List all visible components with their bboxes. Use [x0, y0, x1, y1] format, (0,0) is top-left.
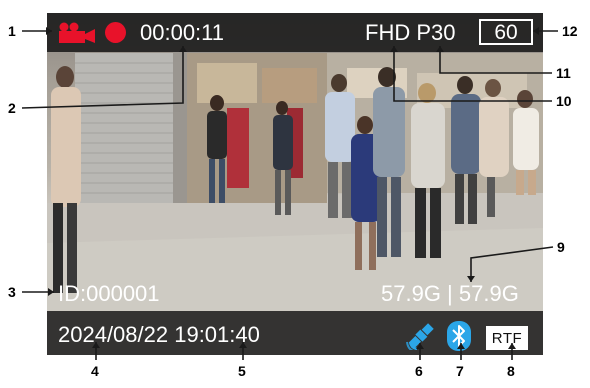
callout-5: 5: [238, 363, 246, 379]
callout-6: 6: [415, 363, 423, 379]
callout-12: 12: [562, 23, 578, 39]
callout-3: 3: [8, 284, 16, 300]
callout-numbers: 1 2 3 4 5 6 7 8 9 10 11 12: [0, 0, 590, 388]
callout-4: 4: [91, 363, 99, 379]
callout-1: 1: [8, 23, 16, 39]
callout-10: 10: [556, 93, 572, 109]
callout-8: 8: [507, 363, 515, 379]
callout-2: 2: [8, 100, 16, 116]
callout-9: 9: [557, 239, 565, 255]
callout-7: 7: [456, 363, 464, 379]
callout-11: 11: [556, 65, 571, 81]
